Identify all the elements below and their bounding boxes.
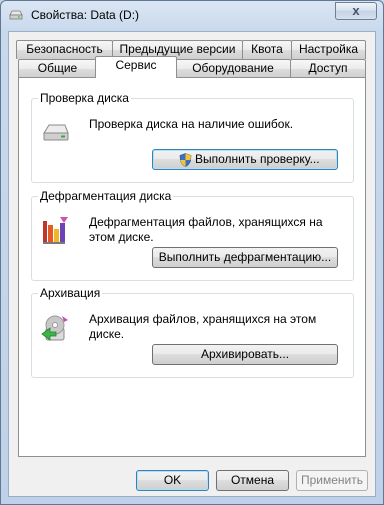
tab-hardware[interactable]: Оборудование bbox=[175, 59, 291, 78]
cancel-button[interactable]: Отмена bbox=[216, 470, 289, 491]
drive-title-icon bbox=[9, 10, 23, 20]
dialog-client-area: Безопасность Предыдущие версии Квота Нас… bbox=[8, 31, 376, 497]
tools-tab-panel: Проверка диска Проверка диска на наличие… bbox=[18, 77, 366, 457]
ok-button[interactable]: OK bbox=[136, 470, 209, 491]
close-button[interactable]: x bbox=[335, 2, 377, 20]
check-now-button[interactable]: Выполнить проверку... bbox=[152, 149, 338, 170]
backup-group: Архивация Архивация файлов, хранящихся н… bbox=[31, 286, 354, 378]
defrag-group: Дефрагментация диска Дефрагментация файл… bbox=[31, 189, 354, 281]
defrag-icon bbox=[43, 217, 68, 244]
tab-tools[interactable]: Сервис bbox=[95, 56, 177, 78]
window-title: Свойства: Data (D:) bbox=[31, 8, 140, 22]
tab-settings[interactable]: Настройка bbox=[291, 40, 366, 59]
tab-sharing[interactable]: Доступ bbox=[290, 59, 366, 78]
error-check-description: Проверка диска на наличие ошибок. bbox=[89, 117, 294, 131]
uac-shield-icon bbox=[179, 153, 192, 167]
tab-quota[interactable]: Квота bbox=[242, 40, 292, 59]
error-check-group: Проверка диска Проверка диска на наличие… bbox=[31, 91, 354, 183]
defrag-description: Дефрагментация файлов, хранящихся на это… bbox=[89, 215, 323, 244]
defrag-label: Дефрагментация диска bbox=[38, 189, 174, 203]
properties-window: Свойства: Data (D:) x Безопасность Преды… bbox=[0, 0, 384, 505]
backup-now-button[interactable]: Архивировать... bbox=[152, 344, 338, 365]
drive-icon bbox=[43, 124, 69, 141]
apply-button[interactable]: Применить bbox=[296, 470, 368, 491]
close-icon: x bbox=[352, 3, 360, 18]
backup-icon bbox=[41, 315, 68, 341]
backup-label: Архивация bbox=[38, 286, 103, 300]
title-bar[interactable]: Свойства: Data (D:) x bbox=[1, 1, 383, 31]
check-now-label: Выполнить проверку... bbox=[195, 152, 320, 166]
defragment-now-button[interactable]: Выполнить дефрагментацию... bbox=[152, 247, 338, 268]
error-check-label: Проверка диска bbox=[38, 91, 131, 105]
tab-general[interactable]: Общие bbox=[18, 59, 97, 78]
backup-description: Архивация файлов, хранящихся на этом дис… bbox=[89, 312, 317, 341]
